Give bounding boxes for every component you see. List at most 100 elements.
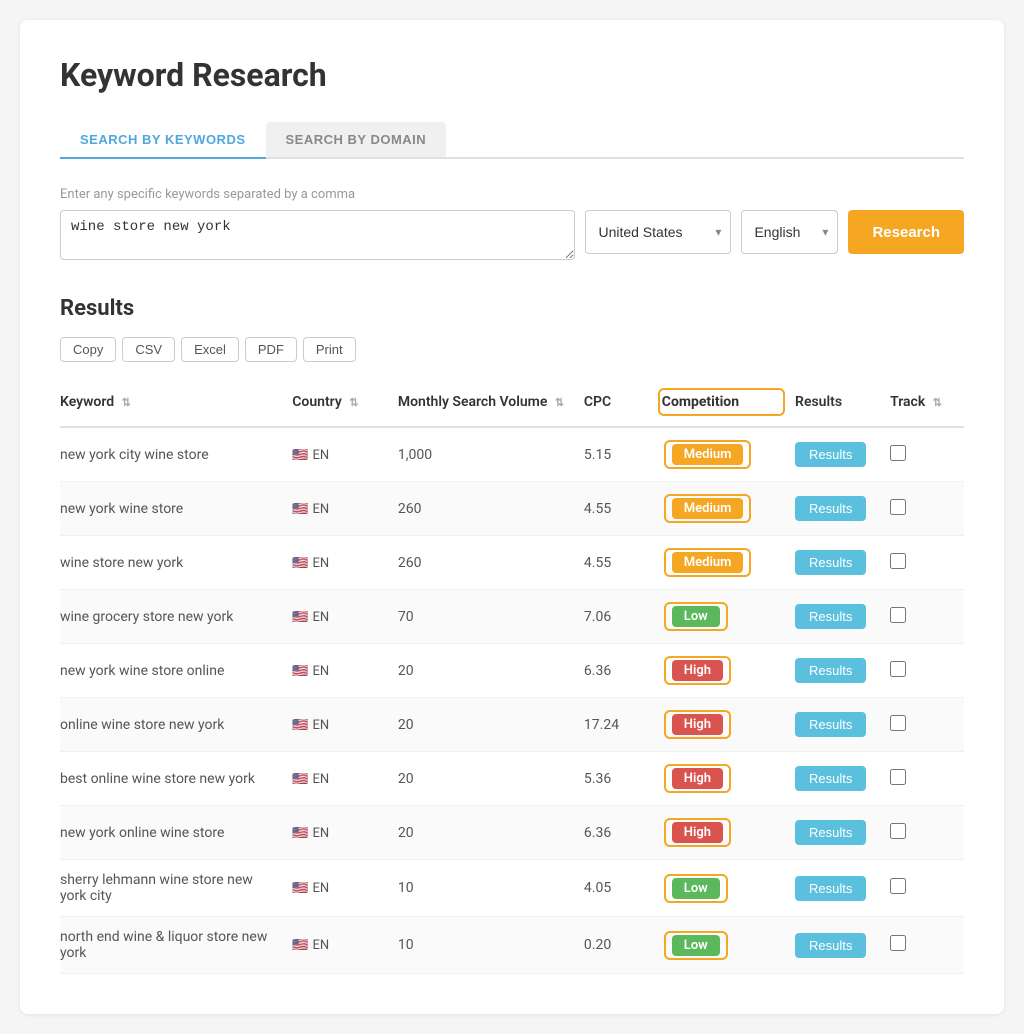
track-checkbox[interactable]	[890, 715, 906, 731]
cell-track[interactable]	[890, 860, 964, 917]
cell-track[interactable]	[890, 698, 964, 752]
competition-badge: Low	[672, 878, 720, 899]
cell-cpc: 4.05	[584, 860, 658, 917]
flag-icon: 🇺🇸	[292, 556, 308, 571]
cell-results-btn[interactable]: Results	[795, 806, 890, 860]
cell-results-btn[interactable]: Results	[795, 536, 890, 590]
table-row: online wine store new york 🇺🇸 EN 20 17.2…	[60, 698, 964, 752]
cell-results-btn[interactable]: Results	[795, 698, 890, 752]
competition-badge: Medium	[672, 498, 744, 519]
sort-keyword-icon[interactable]: ⇅	[122, 396, 131, 409]
cell-results-btn[interactable]: Results	[795, 482, 890, 536]
tab-bar: SEARCH BY KEYWORDS SEARCH BY DOMAIN	[60, 122, 964, 159]
flag-icon: 🇺🇸	[292, 718, 308, 733]
cell-country: 🇺🇸 EN	[292, 644, 398, 698]
table-row: wine store new york 🇺🇸 EN 260 4.55 Mediu…	[60, 536, 964, 590]
research-button[interactable]: Research	[848, 210, 964, 254]
country-code: EN	[312, 938, 329, 953]
track-checkbox[interactable]	[890, 607, 906, 623]
sort-volume-icon[interactable]: ⇅	[555, 396, 564, 409]
results-button[interactable]: Results	[795, 933, 866, 958]
action-buttons-bar: Copy CSV Excel PDF Print	[60, 337, 964, 362]
cell-track[interactable]	[890, 917, 964, 974]
copy-button[interactable]: Copy	[60, 337, 116, 362]
flag-icon: 🇺🇸	[292, 938, 308, 953]
cell-competition: Medium	[658, 427, 795, 482]
country-code: EN	[312, 664, 329, 679]
track-checkbox[interactable]	[890, 553, 906, 569]
excel-button[interactable]: Excel	[181, 337, 239, 362]
sort-country-icon[interactable]: ⇅	[349, 396, 358, 409]
cell-cpc: 7.06	[584, 590, 658, 644]
table-row: sherry lehmann wine store new york city …	[60, 860, 964, 917]
track-checkbox[interactable]	[890, 445, 906, 461]
cell-competition: High	[658, 698, 795, 752]
cell-keyword: wine grocery store new york	[60, 590, 292, 644]
print-button[interactable]: Print	[303, 337, 356, 362]
cell-track[interactable]	[890, 427, 964, 482]
language-select[interactable]: English Spanish French German	[741, 210, 838, 254]
cell-track[interactable]	[890, 482, 964, 536]
results-button[interactable]: Results	[795, 496, 866, 521]
csv-button[interactable]: CSV	[122, 337, 175, 362]
cell-cpc: 5.15	[584, 427, 658, 482]
col-header-volume: Monthly Search Volume ⇅	[398, 378, 584, 427]
cell-results-btn[interactable]: Results	[795, 427, 890, 482]
results-button[interactable]: Results	[795, 766, 866, 791]
track-checkbox[interactable]	[890, 823, 906, 839]
cell-cpc: 4.55	[584, 482, 658, 536]
results-button[interactable]: Results	[795, 658, 866, 683]
country-code: EN	[312, 448, 329, 463]
cell-country: 🇺🇸 EN	[292, 917, 398, 974]
cell-track[interactable]	[890, 644, 964, 698]
track-checkbox[interactable]	[890, 935, 906, 951]
track-checkbox[interactable]	[890, 878, 906, 894]
cell-track[interactable]	[890, 752, 964, 806]
country-code: EN	[312, 772, 329, 787]
col-header-country: Country ⇅	[292, 378, 398, 427]
country-code: EN	[312, 502, 329, 517]
track-checkbox[interactable]	[890, 661, 906, 677]
tab-search-by-domain[interactable]: SEARCH BY DOMAIN	[266, 122, 447, 157]
results-button[interactable]: Results	[795, 550, 866, 575]
language-select-wrap: English Spanish French German	[741, 210, 838, 254]
pdf-button[interactable]: PDF	[245, 337, 297, 362]
flag-icon: 🇺🇸	[292, 448, 308, 463]
cell-track[interactable]	[890, 806, 964, 860]
cell-results-btn[interactable]: Results	[795, 644, 890, 698]
country-select[interactable]: United States United Kingdom Canada Aust…	[585, 210, 731, 254]
cell-volume: 10	[398, 917, 584, 974]
cell-country: 🇺🇸 EN	[292, 752, 398, 806]
col-header-results: Results	[795, 378, 890, 427]
cell-results-btn[interactable]: Results	[795, 917, 890, 974]
cell-volume: 20	[398, 806, 584, 860]
tab-search-by-keywords[interactable]: SEARCH BY KEYWORDS	[60, 122, 266, 159]
results-button[interactable]: Results	[795, 442, 866, 467]
col-header-competition: Competition	[658, 378, 795, 427]
cell-results-btn[interactable]: Results	[795, 590, 890, 644]
results-button[interactable]: Results	[795, 712, 866, 737]
track-checkbox[interactable]	[890, 769, 906, 785]
country-code: EN	[312, 610, 329, 625]
cell-track[interactable]	[890, 590, 964, 644]
cell-country: 🇺🇸 EN	[292, 806, 398, 860]
cell-keyword: new york city wine store	[60, 427, 292, 482]
cell-competition: High	[658, 752, 795, 806]
track-checkbox[interactable]	[890, 499, 906, 515]
results-button[interactable]: Results	[795, 820, 866, 845]
cell-track[interactable]	[890, 536, 964, 590]
cell-results-btn[interactable]: Results	[795, 752, 890, 806]
table-row: best online wine store new york 🇺🇸 EN 20…	[60, 752, 964, 806]
results-button[interactable]: Results	[795, 876, 866, 901]
results-title: Results	[60, 296, 964, 321]
sort-track-icon[interactable]: ⇅	[933, 396, 942, 409]
page-title: Keyword Research	[60, 56, 964, 94]
cell-volume: 20	[398, 698, 584, 752]
results-button[interactable]: Results	[795, 604, 866, 629]
table-row: wine grocery store new york 🇺🇸 EN 70 7.0…	[60, 590, 964, 644]
country-code: EN	[312, 556, 329, 571]
cell-results-btn[interactable]: Results	[795, 860, 890, 917]
table-row: new york wine store 🇺🇸 EN 260 4.55 Mediu…	[60, 482, 964, 536]
col-header-track: Track ⇅	[890, 378, 964, 427]
keyword-input[interactable]: wine store new york	[60, 210, 575, 260]
